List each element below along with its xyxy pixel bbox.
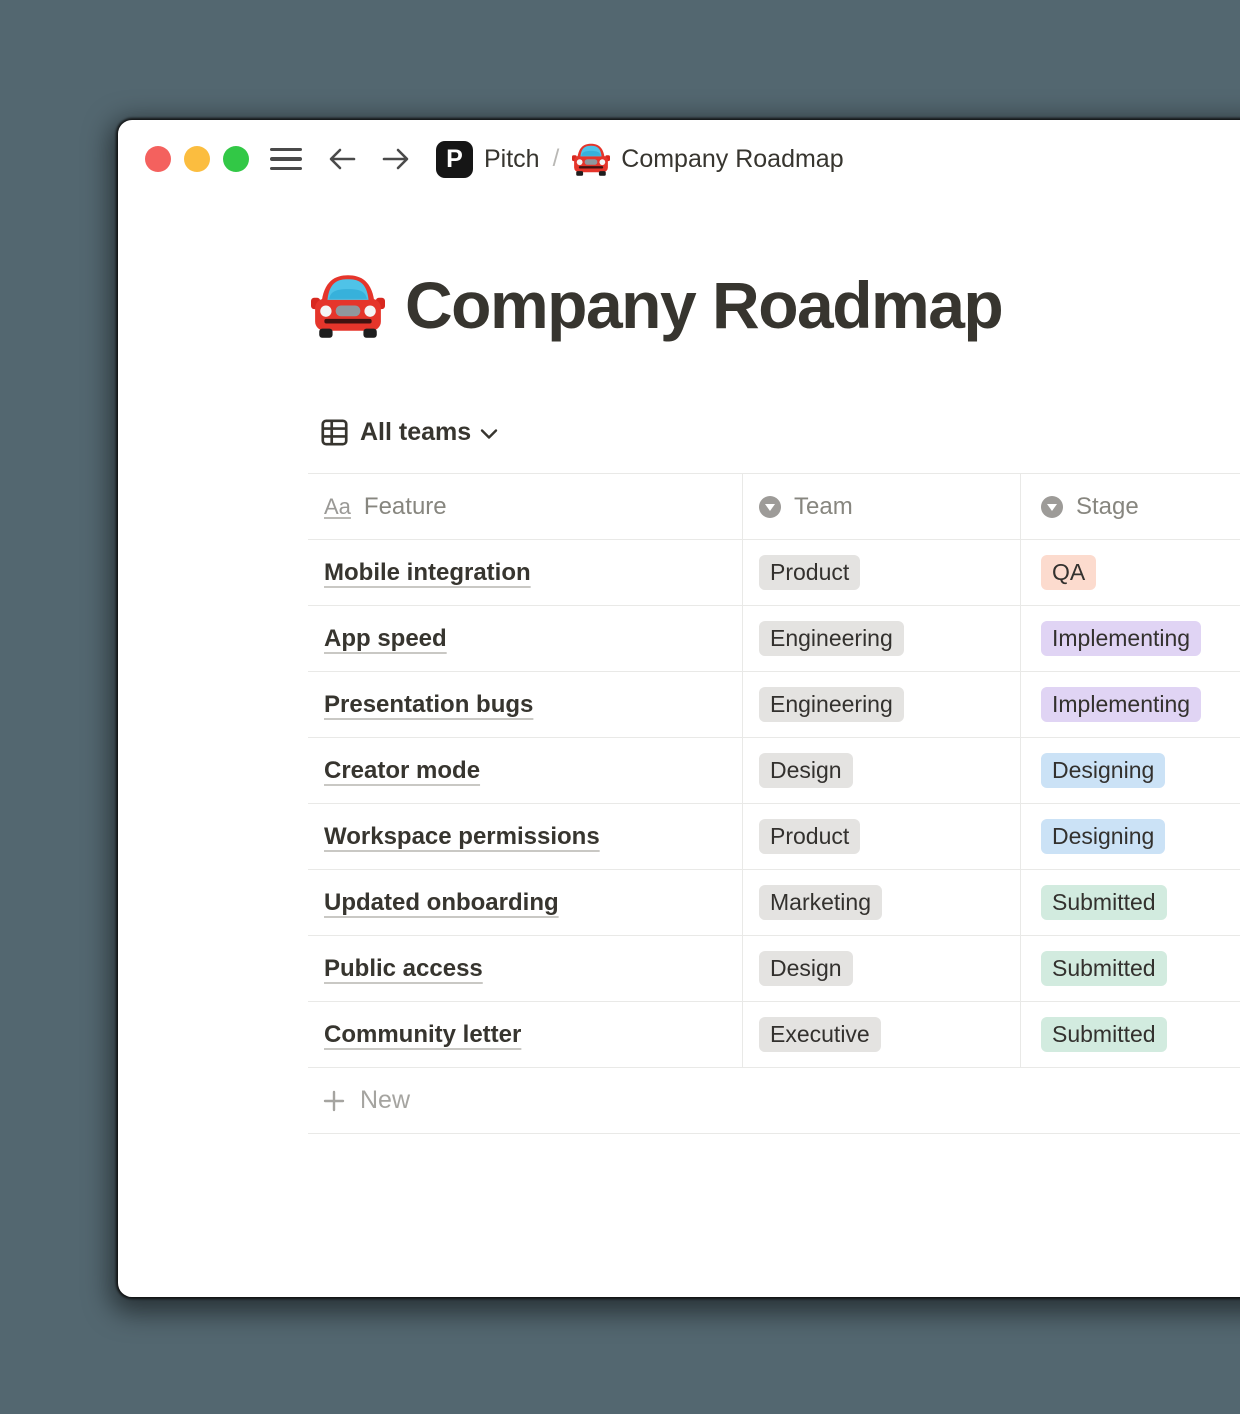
column-header-team[interactable]: Team xyxy=(742,474,1020,539)
stage-badge[interactable]: QA xyxy=(1041,555,1096,590)
team-badge[interactable]: Marketing xyxy=(759,885,882,920)
minimize-window-button[interactable] xyxy=(184,146,210,172)
feature-title-link[interactable]: App speed xyxy=(324,625,447,653)
stage-badge[interactable]: Implementing xyxy=(1041,687,1201,722)
feature-cell[interactable]: Presentation bugs xyxy=(308,672,742,737)
screenshot-root: { "titlebar": { "app_initial": "P", "app… xyxy=(0,0,1240,1414)
column-label: Feature xyxy=(364,493,447,521)
team-cell[interactable]: Design xyxy=(742,936,1020,1001)
arrow-left-icon xyxy=(328,146,356,172)
team-badge[interactable]: Engineering xyxy=(759,687,904,722)
window-titlebar: P Pitch / Company Roadmap xyxy=(145,138,844,180)
table-row: Mobile integration Product QA xyxy=(308,540,1240,606)
stage-cell[interactable]: Implementing xyxy=(1020,672,1240,737)
team-badge[interactable]: Design xyxy=(759,951,853,986)
table-row: Workspace permissions Product Designing xyxy=(308,804,1240,870)
zoom-window-button[interactable] xyxy=(223,146,249,172)
feature-title-link[interactable]: Workspace permissions xyxy=(324,823,600,851)
stage-cell[interactable]: QA xyxy=(1020,540,1240,605)
view-switcher[interactable]: All teams xyxy=(308,418,498,447)
team-cell[interactable]: Engineering xyxy=(742,672,1020,737)
stage-cell[interactable]: Implementing xyxy=(1020,606,1240,671)
close-window-button[interactable] xyxy=(145,146,171,172)
title-property-icon: Aa xyxy=(324,494,351,520)
feature-title-link[interactable]: Creator mode xyxy=(324,757,480,785)
stage-cell[interactable]: Designing xyxy=(1020,804,1240,869)
team-cell[interactable]: Design xyxy=(742,738,1020,803)
forward-button[interactable] xyxy=(382,146,410,172)
feature-title-link[interactable]: Updated onboarding xyxy=(324,889,559,917)
table-row: Updated onboarding Marketing Submitted xyxy=(308,870,1240,936)
feature-cell[interactable]: Public access xyxy=(308,936,742,1001)
team-cell[interactable]: Engineering xyxy=(742,606,1020,671)
team-cell[interactable]: Product xyxy=(742,804,1020,869)
app-window: P Pitch / Company Roadmap Company Roadma… xyxy=(118,120,1240,1297)
table-row: Creator mode Design Designing xyxy=(308,738,1240,804)
breadcrumb-app-name[interactable]: Pitch xyxy=(484,145,540,174)
team-badge[interactable]: Product xyxy=(759,555,860,590)
feature-cell[interactable]: Mobile integration xyxy=(308,540,742,605)
table-view-icon xyxy=(321,418,348,447)
select-property-icon xyxy=(1041,496,1063,518)
table-header-row: Aa Feature Team Stage xyxy=(308,473,1240,540)
roadmap-table: Aa Feature Team Stage Mobile integration… xyxy=(308,473,1240,1134)
stage-badge[interactable]: Designing xyxy=(1041,819,1165,854)
stage-cell[interactable]: Submitted xyxy=(1020,936,1240,1001)
table-row: App speed Engineering Implementing xyxy=(308,606,1240,672)
new-row-label: New xyxy=(360,1086,410,1115)
column-header-feature[interactable]: Aa Feature xyxy=(308,474,742,539)
column-label: Team xyxy=(794,493,853,521)
team-cell[interactable]: Executive xyxy=(742,1002,1020,1067)
feature-cell[interactable]: Community letter xyxy=(308,1002,742,1067)
stage-cell[interactable]: Designing xyxy=(1020,738,1240,803)
stage-badge[interactable]: Submitted xyxy=(1041,1017,1167,1052)
arrow-right-icon xyxy=(382,146,410,172)
table-row: Public access Design Submitted xyxy=(308,936,1240,1002)
team-cell[interactable]: Marketing xyxy=(742,870,1020,935)
view-name-label: All teams xyxy=(360,418,471,447)
team-badge[interactable]: Design xyxy=(759,753,853,788)
chevron-down-icon xyxy=(480,428,498,440)
table-row: Presentation bugs Engineering Implementi… xyxy=(308,672,1240,738)
breadcrumb-page-name[interactable]: Company Roadmap xyxy=(621,145,843,174)
breadcrumb-separator: / xyxy=(553,145,560,173)
stage-cell[interactable]: Submitted xyxy=(1020,1002,1240,1067)
feature-title-link[interactable]: Public access xyxy=(324,955,483,983)
page-title-text[interactable]: Company Roadmap xyxy=(405,272,1002,338)
stage-cell[interactable]: Submitted xyxy=(1020,870,1240,935)
table-body: Mobile integration Product QA App speed … xyxy=(308,540,1240,1068)
select-property-icon xyxy=(759,496,781,518)
team-badge[interactable]: Executive xyxy=(759,1017,881,1052)
new-row-button[interactable]: New xyxy=(308,1068,1240,1134)
pitch-app-logo[interactable]: P xyxy=(436,141,473,178)
menu-icon[interactable] xyxy=(270,148,302,171)
back-button[interactable] xyxy=(328,146,356,172)
team-badge[interactable]: Product xyxy=(759,819,860,854)
stage-badge[interactable]: Implementing xyxy=(1041,621,1201,656)
stage-badge[interactable]: Designing xyxy=(1041,753,1165,788)
page-title: Company Roadmap xyxy=(311,272,1002,338)
car-emoji-icon xyxy=(572,142,610,176)
column-header-stage[interactable]: Stage xyxy=(1020,474,1240,539)
feature-cell[interactable]: Workspace permissions xyxy=(308,804,742,869)
stage-badge[interactable]: Submitted xyxy=(1041,951,1167,986)
view-toolbar: All teams Properties xyxy=(308,410,1240,454)
feature-title-link[interactable]: Mobile integration xyxy=(324,559,531,587)
feature-cell[interactable]: Creator mode xyxy=(308,738,742,803)
feature-cell[interactable]: App speed xyxy=(308,606,742,671)
stage-badge[interactable]: Submitted xyxy=(1041,885,1167,920)
feature-title-link[interactable]: Community letter xyxy=(324,1021,521,1049)
team-badge[interactable]: Engineering xyxy=(759,621,904,656)
feature-title-link[interactable]: Presentation bugs xyxy=(324,691,533,719)
table-row: Community letter Executive Submitted xyxy=(308,1002,1240,1068)
column-label: Stage xyxy=(1076,493,1139,521)
team-cell[interactable]: Product xyxy=(742,540,1020,605)
car-emoji-icon[interactable] xyxy=(311,272,385,338)
plus-icon xyxy=(322,1089,346,1113)
feature-cell[interactable]: Updated onboarding xyxy=(308,870,742,935)
